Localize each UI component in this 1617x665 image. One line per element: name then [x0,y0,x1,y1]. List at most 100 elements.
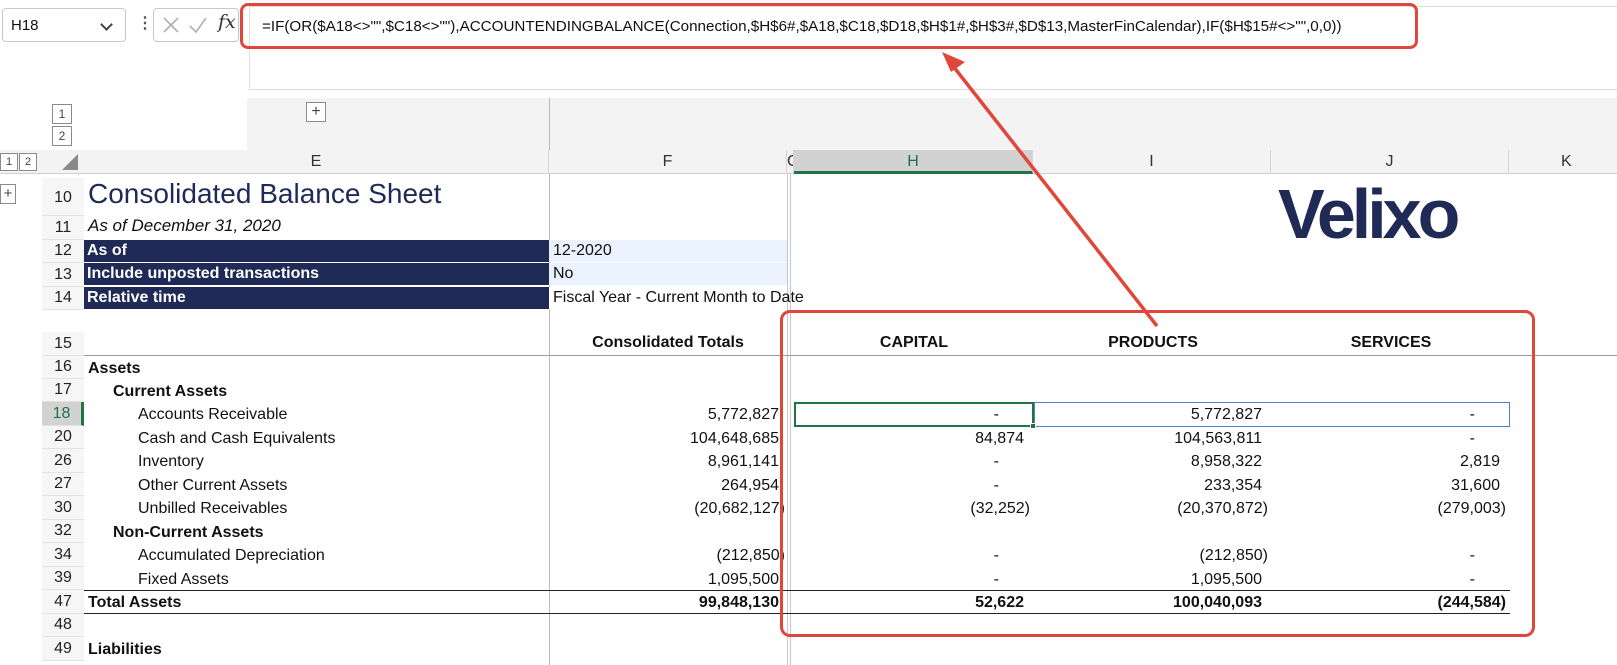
account-label[interactable]: Cash and Cash Equivalents [138,430,335,448]
param-as-of-value[interactable]: 12-2020 [549,240,787,262]
value-cell-consolidated[interactable]: (20,682,127) [694,500,785,518]
value-cell-capital[interactable]: - [994,571,999,589]
cancel-icon[interactable] [162,16,180,34]
col-title-consolidated[interactable]: Consolidated Totals [549,334,787,352]
column-header-row: 1 2 E F G H I J K [0,150,1617,174]
check-icon[interactable] [188,16,208,34]
row-header[interactable]: 47 [42,590,84,614]
value-cell-consolidated[interactable]: 104,648,685 [690,430,779,448]
row-header[interactable]: 30 [42,496,84,520]
section-label[interactable]: Non-Current Assets [113,524,264,542]
row-header[interactable]: 10 [42,178,84,216]
value-cell-capital[interactable]: (32,252) [970,500,1030,518]
row-header[interactable]: 15 [42,332,84,356]
value-cell-capital[interactable]: - [994,477,999,495]
row-header[interactable]: 26 [42,449,84,473]
value-cell-products[interactable]: 1,095,500 [1191,571,1262,589]
param-as-of-label[interactable]: As of [84,240,549,262]
value-cell-products[interactable]: 8,958,322 [1191,453,1262,471]
value-cell-consolidated[interactable]: 264,954 [721,477,779,495]
column-header-i[interactable]: I [1033,150,1271,174]
value-cell-services[interactable]: - [1470,571,1475,589]
param-relative-time-value[interactable]: Fiscal Year - Current Month to Date [549,287,804,309]
row-header[interactable]: 32 [42,520,84,543]
row-header[interactable]: 16 [42,356,84,379]
outline-row-level-2-button[interactable]: 2 [52,126,72,146]
param-unposted-value[interactable]: No [549,263,787,285]
param-unposted-label[interactable]: Include unposted transactions [84,263,549,285]
total-label[interactable]: Total Assets [88,594,181,612]
value-cell-products[interactable]: 104,563,811 [1174,430,1262,448]
column-header-e[interactable]: E [84,150,549,174]
value-cell-products[interactable]: 233,354 [1204,477,1262,495]
account-label[interactable]: Fixed Assets [138,571,229,589]
row-header[interactable]: 13 [42,263,84,287]
formula-bar-area: H18 ⋮ fx =IF(OR($A18<>"",$C18<>""),ACCOU… [0,0,1617,100]
account-label[interactable]: Accounts Receivable [138,406,287,424]
fill-handle[interactable] [1030,423,1036,429]
outline-group-expand-button[interactable]: + [0,184,16,204]
row-header[interactable]: 34 [42,543,84,567]
row-header[interactable]: 12 [42,240,84,263]
column-header-k[interactable]: K [1509,150,1617,174]
value-cell-services[interactable]: 2,819 [1460,453,1500,471]
section-label[interactable]: Liabilities [88,641,162,659]
row-header[interactable]: 48 [42,614,84,637]
col-title-services[interactable]: SERVICES [1272,334,1510,352]
insert-function-icon[interactable]: fx [218,11,236,33]
name-box[interactable]: H18 [2,8,126,42]
formula-input[interactable]: =IF(OR($A18<>"",$C18<>""),ACCOUNTENDINGB… [249,6,1617,90]
section-label[interactable]: Assets [88,360,140,378]
param-relative-time-label[interactable]: Relative time [84,287,549,309]
row-header[interactable]: 11 [42,216,84,240]
worksheet-grid[interactable]: Consolidated Balance Sheet As of Decembe… [84,174,1617,665]
row-header[interactable]: 39 [42,567,84,590]
column-header-f[interactable]: F [549,150,787,174]
row-header[interactable]: 20 [42,426,84,449]
value-cell-products[interactable]: (212,850) [1200,547,1269,565]
column-header-h[interactable]: H [794,150,1033,174]
row-header[interactable]: 18 [42,402,84,426]
value-cell-consolidated[interactable]: 8,961,141 [708,453,779,471]
column-header-g[interactable]: G [787,150,794,174]
col-title-products[interactable]: PRODUCTS [1034,334,1272,352]
account-label[interactable]: Accumulated Depreciation [138,547,325,565]
outline-col-level-2-button[interactable]: 2 [19,153,37,171]
value-cell-consolidated[interactable]: 1,095,500 [708,571,779,589]
select-all-button[interactable] [62,154,78,170]
total-border-bottom [84,613,1510,614]
value-cell-products[interactable]: (20,370,872) [1177,500,1268,518]
col-title-capital[interactable]: CAPITAL [795,334,1033,352]
chevron-down-icon[interactable] [100,18,113,31]
value-cell-capital[interactable]: 84,874 [975,430,1024,448]
column-header-j[interactable]: J [1271,150,1509,174]
report-subtitle[interactable]: As of December 31, 2020 [88,216,281,236]
value-cell-capital[interactable]: - [994,453,999,471]
value-cell-consolidated[interactable]: 99,848,130 [699,594,779,612]
value-cell-services[interactable]: - [1470,430,1475,448]
row-header[interactable]: 49 [42,637,84,661]
more-options-icon[interactable]: ⋮ [137,13,153,33]
value-cell-services[interactable]: - [1470,547,1475,565]
outline-row-level-1-button[interactable]: 1 [52,104,72,124]
outline-expand-button[interactable]: + [306,102,326,122]
section-label[interactable]: Current Assets [113,383,227,401]
value-cell-consolidated[interactable]: (212,850) [717,547,786,565]
row-header[interactable]: 27 [42,473,84,496]
column-g-divider [787,174,791,665]
value-cell-services[interactable]: 31,600 [1451,477,1500,495]
outline-col-level-1-button[interactable]: 1 [0,153,18,171]
value-cell-services[interactable]: (244,584) [1438,594,1507,612]
value-cell-consolidated[interactable]: 5,772,827 [708,406,779,424]
value-cell-services[interactable]: (279,003) [1438,500,1507,518]
account-label[interactable]: Inventory [138,453,204,471]
value-cell-products[interactable]: 100,040,093 [1173,594,1262,612]
account-label[interactable]: Other Current Assets [138,477,287,495]
row-header[interactable]: 14 [42,287,84,310]
account-label[interactable]: Unbilled Receivables [138,500,287,518]
value-cell-capital[interactable]: - [994,547,999,565]
row-header[interactable]: 17 [42,379,84,402]
value-cell-capital[interactable]: 52,622 [975,594,1024,612]
active-cell-h18[interactable] [794,402,1036,429]
report-title[interactable]: Consolidated Balance Sheet [88,178,441,210]
